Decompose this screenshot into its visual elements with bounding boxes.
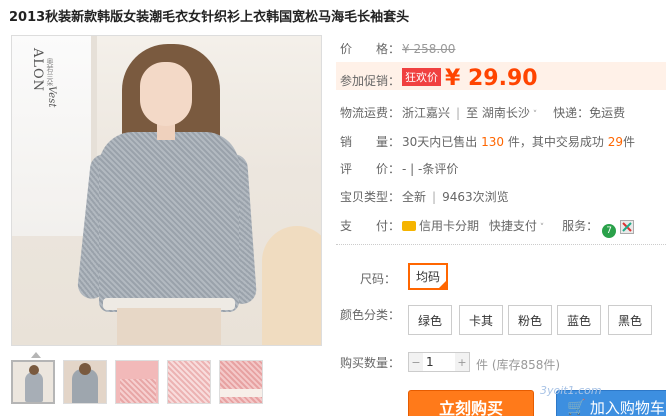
cart-icon: 🛒 bbox=[567, 398, 586, 416]
sales-success-count: 29 bbox=[607, 135, 623, 149]
sales-label: 销 量： bbox=[340, 135, 401, 149]
thumbnail-5[interactable] bbox=[219, 360, 263, 404]
sales-suffix: 件 bbox=[622, 135, 635, 149]
color-option-pink[interactable]: 粉色 bbox=[508, 305, 552, 335]
selected-check-icon bbox=[438, 280, 447, 289]
price-row: 价 格： ¥ 258.00 bbox=[340, 40, 455, 57]
payment-row: 支 付： 信用卡分期 快捷支付 ˅ 服务： 7 bbox=[340, 217, 635, 238]
service-label: 服务： bbox=[562, 219, 599, 233]
shipping-to-prefix: 至 bbox=[466, 106, 479, 120]
credit-installment-link[interactable]: 信用卡分期 bbox=[419, 219, 479, 233]
buy-now-button[interactable]: 立刻购买 bbox=[408, 390, 534, 416]
item-type-row: 宝贝类型： 全新 | 9463次浏览 bbox=[340, 190, 509, 204]
thumbnail-3[interactable] bbox=[115, 360, 159, 404]
quick-pay-link[interactable]: 快捷支付 ˅ bbox=[489, 219, 544, 233]
price-label: 价 格： bbox=[340, 42, 401, 56]
section-divider bbox=[336, 244, 666, 245]
color-option-khaki[interactable]: 卡其 bbox=[459, 305, 503, 335]
shipping-label: 物流运费： bbox=[340, 106, 401, 120]
promo-row: 参加促销： 狂欢价 ¥ 29.90 bbox=[340, 66, 538, 91]
promo-price: ¥ 29.90 bbox=[445, 66, 538, 91]
credit-card-icon bbox=[402, 221, 416, 231]
product-title: 2013秋装新款韩版女装潮毛衣女针织衫上衣韩国宽松马海毛长袖套头 bbox=[9, 10, 410, 25]
item-views: 9463次浏览 bbox=[442, 190, 509, 204]
sales-middle: 件，其中交易成功 bbox=[507, 135, 604, 149]
thumbnail-2[interactable] bbox=[63, 360, 107, 404]
quantity-label: 购买数量： bbox=[340, 356, 401, 370]
item-condition: 全新 bbox=[402, 190, 427, 204]
promo-badge: 狂欢价 bbox=[402, 68, 441, 86]
quantity-input[interactable] bbox=[423, 353, 455, 371]
review-label: 评 价： bbox=[340, 162, 401, 176]
shipping-row: 物流运费： 浙江嘉兴 | 至 湖南长沙 ˅ 快递：免运费 bbox=[340, 106, 626, 120]
product-main-image[interactable]: ALON 奥若兰朵 Vest bbox=[11, 35, 322, 346]
payment-label: 支 付： bbox=[340, 219, 401, 233]
sales-row: 销 量： 30天内已售出 130 件，其中交易成功 29件 bbox=[340, 133, 635, 150]
shipping-from: 浙江嘉兴 bbox=[402, 106, 451, 120]
brand-logo: ALON 奥若兰朵 Vest bbox=[30, 48, 57, 108]
chevron-down-icon: ˅ bbox=[536, 223, 545, 233]
size-option-onesize[interactable]: 均码 bbox=[408, 263, 448, 290]
guarantee-icon[interactable] bbox=[620, 220, 635, 234]
item-type-label: 宝贝类型： bbox=[340, 190, 401, 204]
model-sweater bbox=[99, 132, 239, 312]
thumbnail-1[interactable] bbox=[11, 360, 55, 404]
sales-prefix: 30天内已售出 bbox=[402, 135, 478, 149]
quantity-increase-button[interactable]: + bbox=[455, 353, 469, 371]
quantity-stock: 件 (库存858件) bbox=[476, 358, 561, 372]
color-option-green[interactable]: 绿色 bbox=[408, 305, 452, 335]
background-chair bbox=[262, 226, 321, 345]
model-legs bbox=[117, 308, 221, 345]
size-label: 尺码： bbox=[360, 272, 397, 286]
thumbnail-4[interactable] bbox=[167, 360, 211, 404]
original-price: ¥ 258.00 bbox=[402, 42, 456, 56]
promo-label: 参加促销： bbox=[340, 74, 401, 88]
color-option-black[interactable]: 黑色 bbox=[608, 305, 652, 335]
review-summary[interactable]: - | -条评价 bbox=[402, 162, 458, 176]
review-row: 评 价： - | -条评价 bbox=[340, 160, 458, 177]
quantity-decrease-button[interactable]: − bbox=[409, 353, 423, 371]
shipping-destination-select[interactable]: 湖南长沙 ˅ bbox=[482, 106, 537, 120]
watermark: 3yoit1.com bbox=[540, 384, 602, 397]
express-fee: 快递：免运费 bbox=[553, 106, 626, 120]
seven-day-return-icon[interactable]: 7 bbox=[602, 224, 617, 238]
quantity-stepper: − + bbox=[408, 352, 470, 372]
color-option-blue[interactable]: 蓝色 bbox=[557, 305, 601, 335]
sales-count: 130 bbox=[481, 135, 505, 149]
model-face bbox=[140, 62, 192, 126]
thumbnail-pointer bbox=[31, 352, 41, 358]
chevron-down-icon: ˅ bbox=[529, 110, 538, 120]
color-label: 颜色分类： bbox=[340, 308, 401, 322]
